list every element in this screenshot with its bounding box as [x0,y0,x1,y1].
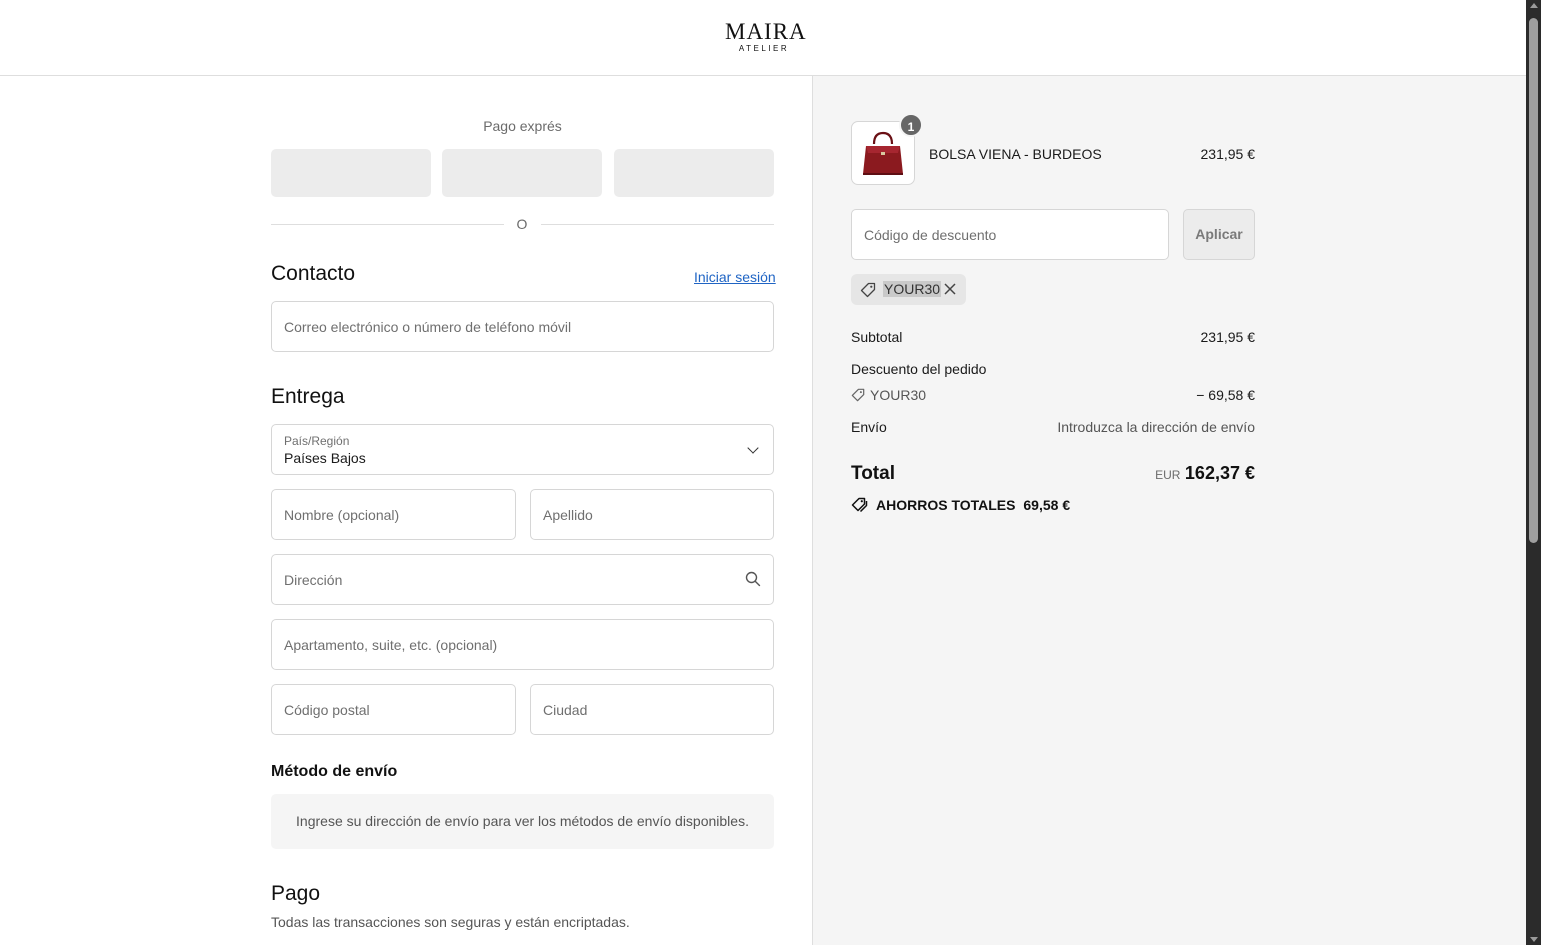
discount-tag-icon [851,388,865,402]
address-field[interactable] [272,555,773,604]
product-name: BOLSA VIENA - BURDEOS [929,146,1102,162]
savings-value: 69,58 € [1023,497,1071,513]
city-field[interactable] [531,685,773,734]
applied-discount-code: YOUR30 [883,281,942,297]
savings-label: AHORROS TOTALES [876,497,1016,513]
express-pay-button-1[interactable] [271,149,431,197]
apartment-field[interactable] [272,620,773,669]
discount-code-field[interactable] [852,210,1168,259]
subtotal-label: Subtotal [851,329,903,345]
total-amount: EUR 162,37 € [1055,463,1255,484]
discount-code-wrap [851,209,1169,260]
tag-icon [860,282,876,298]
brand-logo[interactable]: MAIRA ATELIER [725,19,807,54]
payment-subtitle: Todas las transacciones son seguras y es… [271,914,630,930]
total-label: Total [851,463,895,484]
scroll-down-arrow-icon[interactable] [1530,937,1538,942]
shipping-label: Envío [851,419,887,435]
country-select-value: Países Bajos [284,450,366,466]
savings-tags-icon [851,497,868,513]
postal-code-wrap [271,684,516,735]
login-link[interactable]: Iniciar sesión [694,269,776,285]
apply-discount-button[interactable]: Aplicar [1183,209,1255,260]
subtotal-value: 231,95 € [1200,329,1256,345]
checkout-form-column: Pago exprés O Contacto Iniciar sesión En… [0,76,812,945]
contact-heading: Contacto [271,262,356,285]
address-wrap [271,554,774,605]
applied-discount-chip: YOUR30 [851,274,966,305]
quantity-badge: 1 [899,113,923,137]
payment-heading: Pago [271,882,321,905]
divider-or-text: O [516,216,528,232]
apartment-wrap [271,619,774,670]
postal-code-field[interactable] [272,685,515,734]
country-select-label: País/Región [284,434,350,448]
discount-value: − 69,58 € [1196,387,1255,403]
first-name-field[interactable] [272,490,515,539]
delivery-heading: Entrega [271,385,345,408]
email-field-wrap [271,301,774,352]
shipping-method-notice: Ingrese su dirección de envío para ver l… [271,794,774,849]
discount-code-label: YOUR30 [870,387,927,403]
brand-name: MAIRA [725,19,807,44]
divider-left [271,224,504,225]
express-pay-button-3[interactable] [614,149,774,197]
total-currency: EUR [1155,468,1181,482]
express-checkout-label: Pago exprés [483,118,562,134]
first-name-wrap [271,489,516,540]
divider-right [541,224,774,225]
remove-discount-icon[interactable] [943,282,957,296]
city-wrap [530,684,774,735]
total-value: 162,37 € [1184,463,1255,483]
brand-subtitle: ATELIER [738,44,790,53]
search-icon [745,571,761,587]
total-savings: AHORROS TOTALES 69,58 € [876,497,1070,513]
email-field[interactable] [272,302,773,351]
page-scrollbar[interactable] [1526,0,1541,945]
shipping-value: Introduzca la dirección de envío [1057,419,1255,435]
shipping-method-heading: Método de envío [271,763,398,780]
scroll-up-arrow-icon[interactable] [1530,3,1538,8]
site-header: MAIRA ATELIER [0,0,1526,76]
last-name-wrap [530,489,774,540]
product-price: 231,95 € [1200,146,1256,162]
country-select[interactable]: País/Región Países Bajos [271,424,774,475]
express-pay-button-2[interactable] [442,149,602,197]
last-name-field[interactable] [531,490,773,539]
scrollbar-thumb[interactable] [1529,18,1538,543]
order-discount-label: Descuento del pedido [851,361,987,377]
chevron-down-icon [747,442,759,454]
